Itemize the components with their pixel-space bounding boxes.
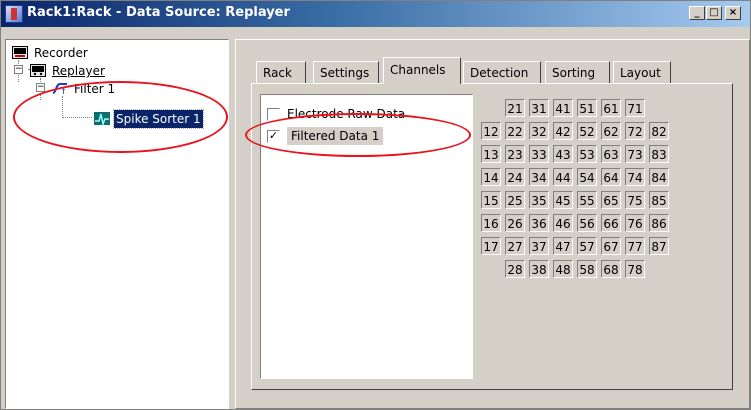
electrode-cell[interactable]: 25 bbox=[505, 191, 525, 209]
tree-item-label: Filter 1 bbox=[74, 82, 116, 96]
spike-sorter-icon bbox=[94, 112, 110, 125]
maximize-button[interactable]: □ bbox=[706, 6, 722, 20]
stream-checkbox[interactable]: ✓ bbox=[267, 130, 280, 143]
stream-label: Electrode Raw Data bbox=[287, 107, 406, 121]
electrode-cell[interactable]: 68 bbox=[601, 260, 621, 278]
electrode-cell[interactable]: 64 bbox=[601, 168, 621, 186]
electrode-cell[interactable]: 53 bbox=[577, 145, 597, 163]
electrode-cell[interactable]: 41 bbox=[553, 99, 573, 117]
electrode-cell[interactable]: 57 bbox=[577, 237, 597, 255]
minimize-button[interactable]: _ bbox=[689, 6, 705, 20]
electrode-cell[interactable]: 62 bbox=[601, 122, 621, 140]
electrode-cell[interactable]: 86 bbox=[649, 214, 669, 232]
electrode-cell[interactable]: 67 bbox=[601, 237, 621, 255]
electrode-cell[interactable]: 31 bbox=[529, 99, 549, 117]
electrode-cell[interactable]: 87 bbox=[649, 237, 669, 255]
tab-label: Rack bbox=[263, 66, 292, 80]
collapse-replayer-toggle[interactable]: − bbox=[14, 65, 23, 74]
svg-text:f: f bbox=[62, 87, 66, 95]
tab-detection[interactable]: Detection bbox=[463, 61, 541, 83]
tree-item-label: Spike Sorter 1 bbox=[113, 109, 204, 129]
title-bar[interactable]: Rack1:Rack - Data Source: Replayer _ □ × bbox=[1, 1, 750, 27]
electrode-cell[interactable]: 33 bbox=[529, 145, 549, 163]
electrode-cell[interactable]: 13 bbox=[481, 145, 501, 163]
electrode-cell[interactable]: 22 bbox=[505, 122, 525, 140]
electrode-cell[interactable]: 66 bbox=[601, 214, 621, 232]
electrode-cell[interactable]: 43 bbox=[553, 145, 573, 163]
electrode-cell[interactable]: 73 bbox=[625, 145, 645, 163]
electrode-cell[interactable]: 58 bbox=[577, 260, 597, 278]
electrode-cell[interactable]: 14 bbox=[481, 168, 501, 186]
electrode-cell[interactable]: 83 bbox=[649, 145, 669, 163]
filter-icon: f bbox=[52, 83, 67, 95]
electrode-cell[interactable]: 47 bbox=[553, 237, 573, 255]
window-title: Rack1:Rack - Data Source: Replayer bbox=[27, 5, 290, 20]
stream-checkbox[interactable] bbox=[267, 108, 280, 121]
electrode-cell[interactable]: 85 bbox=[649, 191, 669, 209]
collapse-filter-toggle[interactable]: − bbox=[36, 83, 45, 92]
electrode-cell[interactable]: 46 bbox=[553, 214, 573, 232]
electrode-cell[interactable]: 24 bbox=[505, 168, 525, 186]
electrode-cell[interactable]: 54 bbox=[577, 168, 597, 186]
tab-channels[interactable]: Channels bbox=[383, 57, 461, 84]
data-stream-list[interactable]: Electrode Raw Data ✓ Filtered Data 1 bbox=[260, 94, 473, 379]
electrode-cell[interactable]: 72 bbox=[625, 122, 645, 140]
electrode-cell[interactable]: 65 bbox=[601, 191, 621, 209]
electrode-cell[interactable]: 15 bbox=[481, 191, 501, 209]
electrode-cell[interactable]: 28 bbox=[505, 260, 525, 278]
electrode-cell[interactable]: 61 bbox=[601, 99, 621, 117]
electrode-cell[interactable]: 48 bbox=[553, 260, 573, 278]
app-icon bbox=[5, 5, 23, 23]
electrode-cell[interactable]: 42 bbox=[553, 122, 573, 140]
electrode-cell[interactable]: 36 bbox=[529, 214, 549, 232]
tab-label: Detection bbox=[470, 66, 529, 80]
electrode-cell[interactable]: 71 bbox=[625, 99, 645, 117]
electrode-cell[interactable]: 23 bbox=[505, 145, 525, 163]
tree-item-label: Replayer bbox=[52, 64, 105, 78]
electrode-cell[interactable]: 63 bbox=[601, 145, 621, 163]
electrode-cell[interactable]: 37 bbox=[529, 237, 549, 255]
electrode-cell[interactable]: 78 bbox=[625, 260, 645, 278]
rack-tree[interactable]: Recorder − Replayer − f Filter 1 Spike S… bbox=[5, 39, 229, 409]
electrode-cell[interactable]: 82 bbox=[649, 122, 669, 140]
replayer-icon bbox=[30, 64, 46, 77]
electrode-cell[interactable]: 34 bbox=[529, 168, 549, 186]
electrode-cell[interactable]: 35 bbox=[529, 191, 549, 209]
electrode-cell[interactable]: 74 bbox=[625, 168, 645, 186]
electrode-cell[interactable]: 27 bbox=[505, 237, 525, 255]
tab-label: Sorting bbox=[552, 66, 596, 80]
stream-label: Filtered Data 1 bbox=[287, 127, 384, 145]
electrode-cell[interactable]: 44 bbox=[553, 168, 573, 186]
electrode-cell[interactable]: 77 bbox=[625, 237, 645, 255]
electrode-cell[interactable]: 26 bbox=[505, 214, 525, 232]
electrode-cell[interactable]: 21 bbox=[505, 99, 525, 117]
electrode-cell[interactable]: 76 bbox=[625, 214, 645, 232]
app-window: Rack1:Rack - Data Source: Replayer _ □ ×… bbox=[0, 0, 751, 410]
tab-label: Channels bbox=[390, 63, 446, 77]
tab-label: Settings bbox=[320, 66, 370, 80]
close-button[interactable]: × bbox=[725, 6, 741, 20]
tab-sorting[interactable]: Sorting bbox=[545, 61, 610, 83]
electrode-cell[interactable]: 17 bbox=[481, 237, 501, 255]
electrode-cell[interactable]: 16 bbox=[481, 214, 501, 232]
electrode-cell[interactable]: 51 bbox=[577, 99, 597, 117]
tab-label: Layout bbox=[620, 66, 661, 80]
electrode-cell[interactable]: 32 bbox=[529, 122, 549, 140]
tab-settings[interactable]: Settings bbox=[313, 61, 379, 83]
recorder-icon bbox=[12, 46, 28, 59]
electrode-cell[interactable]: 38 bbox=[529, 260, 549, 278]
electrode-cell[interactable]: 12 bbox=[481, 122, 501, 140]
electrode-cell[interactable]: 84 bbox=[649, 168, 669, 186]
electrode-cell[interactable]: 55 bbox=[577, 191, 597, 209]
tree-item-label: Recorder bbox=[34, 46, 88, 60]
electrode-cell[interactable]: 45 bbox=[553, 191, 573, 209]
electrode-cell[interactable]: 75 bbox=[625, 191, 645, 209]
electrode-cell[interactable]: 56 bbox=[577, 214, 597, 232]
tab-rack[interactable]: Rack bbox=[256, 61, 306, 83]
tab-layout[interactable]: Layout bbox=[613, 61, 671, 83]
electrode-cell[interactable]: 52 bbox=[577, 122, 597, 140]
